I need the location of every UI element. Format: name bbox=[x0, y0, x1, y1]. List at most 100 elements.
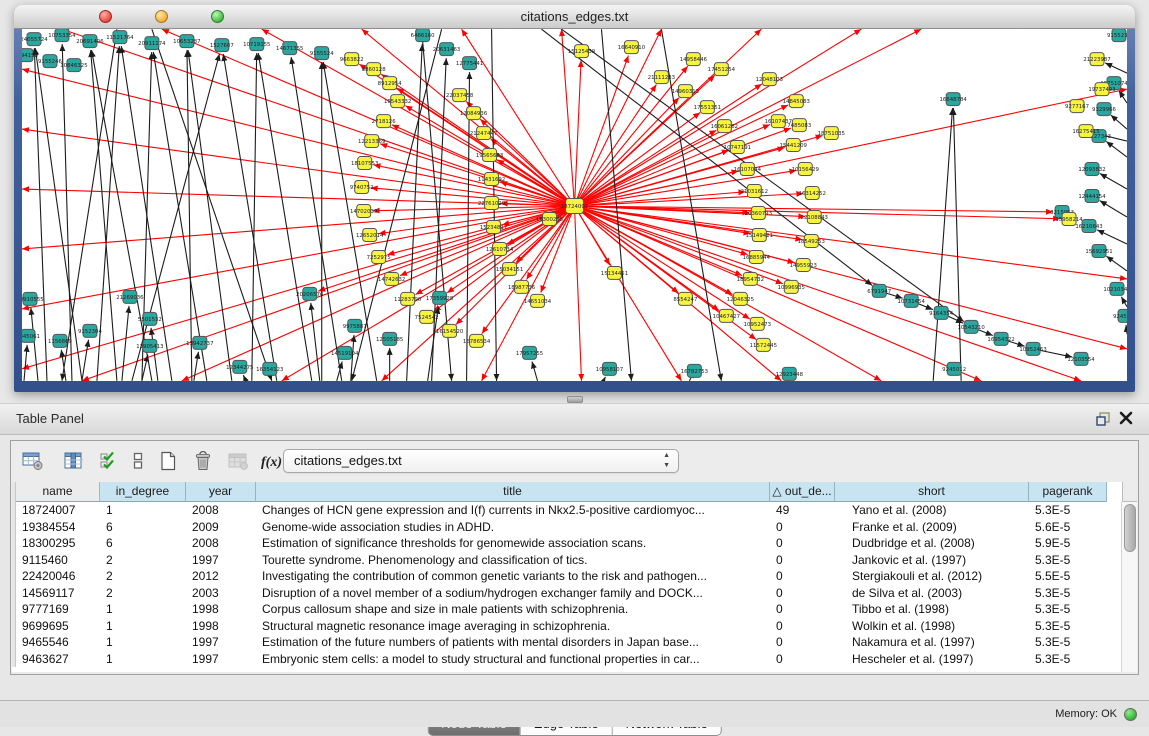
network-window-titlebar[interactable]: citations_edges.txt bbox=[14, 5, 1135, 29]
network-node[interactable]: 21111233 bbox=[648, 71, 675, 84]
minimize-window-button[interactable] bbox=[155, 10, 168, 23]
network-node[interactable]: 15125439 bbox=[568, 45, 596, 58]
network-node[interactable]: 10653287 bbox=[173, 35, 200, 48]
column-header-short[interactable]: short bbox=[835, 482, 1029, 502]
column-header-name[interactable]: name bbox=[16, 482, 100, 502]
network-node[interactable]: 10846325 bbox=[60, 59, 87, 72]
network-node[interactable]: 16640910 bbox=[618, 41, 646, 54]
close-panel-icon[interactable] bbox=[1119, 411, 1137, 427]
network-node[interactable]: 14958446 bbox=[680, 53, 708, 66]
network-node[interactable]: 10467427 bbox=[713, 309, 740, 322]
network-node[interactable]: 24055724 bbox=[22, 33, 48, 46]
network-node[interactable]: 10210345 bbox=[1103, 282, 1127, 295]
network-node[interactable]: 15134451 bbox=[601, 266, 628, 279]
table-row[interactable]: 1456911722003Disruption of a novel membe… bbox=[12, 585, 1137, 602]
network-node[interactable]: 10753354 bbox=[48, 29, 76, 42]
network-node[interactable]: 9155524 bbox=[310, 47, 335, 60]
network-node[interactable]: 9155232 bbox=[1107, 29, 1127, 42]
vertical-scrollbar[interactable] bbox=[1121, 502, 1137, 672]
network-node[interactable]: 16354123 bbox=[256, 362, 283, 375]
table-row[interactable]: 1830029562008Estimation of significance … bbox=[12, 535, 1137, 552]
network-node[interactable]: 9152304 bbox=[78, 324, 103, 337]
table-row[interactable]: 2242004622012Investigating the contribut… bbox=[12, 568, 1137, 585]
create-column-icon[interactable] bbox=[154, 448, 182, 474]
network-node[interactable]: 16154520 bbox=[436, 324, 464, 337]
network-node[interactable]: 10719155 bbox=[243, 38, 270, 51]
network-node[interactable]: 20631463 bbox=[433, 43, 460, 56]
column-header-in_degree[interactable]: in_degree bbox=[100, 482, 186, 502]
network-node[interactable]: 12444154 bbox=[1078, 190, 1106, 203]
network-node[interactable]: 16885944 bbox=[743, 250, 771, 263]
network-node[interactable]: 17451254 bbox=[708, 63, 736, 76]
network-node[interactable]: 16107044 bbox=[734, 163, 762, 176]
table-row[interactable]: 911546021997Tourette syndrome. Phenomeno… bbox=[12, 552, 1137, 569]
network-node[interactable]: 10952473 bbox=[744, 317, 771, 330]
panel-divider-handle[interactable] bbox=[567, 396, 583, 403]
network-node[interactable]: 12213369 bbox=[358, 135, 386, 148]
network-node[interactable]: 12923448 bbox=[776, 367, 804, 380]
memory-ok-indicator-icon[interactable] bbox=[1124, 708, 1137, 721]
close-window-button[interactable] bbox=[99, 10, 112, 23]
zoom-window-button[interactable] bbox=[211, 10, 224, 23]
network-node[interactable]: 17359928 bbox=[426, 291, 454, 304]
network-node[interactable]: 12048103 bbox=[756, 73, 783, 86]
network-node[interactable]: 16543332 bbox=[384, 95, 411, 108]
network-node[interactable]: 10156429 bbox=[792, 163, 820, 176]
network-node[interactable]: 10996935 bbox=[778, 280, 805, 293]
network-node[interactable]: 18751035 bbox=[818, 127, 845, 140]
network-node[interactable]: 10952463 bbox=[1019, 342, 1046, 355]
network-node[interactable]: 20691406 bbox=[76, 35, 104, 48]
network-node[interactable]: 15149421 bbox=[746, 228, 773, 241]
show-columns-icon[interactable] bbox=[59, 448, 87, 474]
network-node[interactable]: 17551351 bbox=[694, 101, 721, 114]
network-node[interactable]: 9740752 bbox=[350, 181, 374, 194]
delete-table-icon[interactable] bbox=[224, 448, 252, 474]
network-node[interactable]: 12046325 bbox=[727, 292, 754, 305]
network-node[interactable]: 9245076 bbox=[1113, 309, 1127, 322]
network-node[interactable]: 9329966 bbox=[1092, 103, 1117, 116]
network-node[interactable]: 16954322 bbox=[987, 332, 1014, 345]
delete-column-icon[interactable] bbox=[189, 448, 217, 474]
network-node[interactable]: 9155246 bbox=[38, 55, 63, 68]
table-row[interactable]: 1938455462009Genome-wide association stu… bbox=[12, 519, 1137, 536]
table-mode-icon[interactable] bbox=[19, 448, 47, 474]
column-header-year[interactable]: year bbox=[186, 482, 256, 502]
table-row[interactable]: 969969511998Structural magnetic resonanc… bbox=[12, 618, 1137, 635]
scrollbar-thumb[interactable] bbox=[1124, 504, 1136, 552]
function-builder-icon[interactable]: f(x) bbox=[257, 448, 285, 474]
network-view-canvas[interactable]: 1872400718300295240557241075335420691406… bbox=[22, 29, 1127, 381]
network-node[interactable]: 14702039 bbox=[350, 205, 378, 218]
network-node[interactable]: 17957255 bbox=[516, 346, 543, 359]
network-node[interactable]: 6466160 bbox=[411, 29, 436, 42]
float-panel-icon[interactable] bbox=[1095, 411, 1113, 427]
network-node[interactable]: 20206576 bbox=[296, 287, 324, 300]
network-node[interactable]: 14960313 bbox=[672, 85, 699, 98]
network-node[interactable]: 10958107 bbox=[596, 362, 623, 375]
column-header-pagerank[interactable]: pagerank bbox=[1029, 482, 1107, 502]
network-node[interactable]: 9663822 bbox=[340, 53, 364, 66]
network-node[interactable]: 12775441 bbox=[456, 57, 483, 70]
network-node[interactable]: 9975887 bbox=[343, 319, 367, 332]
network-node[interactable]: 18107553 bbox=[351, 157, 378, 170]
checkbox-list-icon[interactable] bbox=[124, 448, 152, 474]
table-selector-dropdown[interactable]: citations_edges.txt ▲▼ bbox=[283, 449, 679, 473]
network-node[interactable]: 11521764 bbox=[106, 31, 134, 44]
network-node[interactable]: 13942737 bbox=[186, 336, 213, 349]
network-node[interactable]: 12093832 bbox=[1078, 163, 1105, 176]
network-node[interactable]: 12103554 bbox=[1067, 352, 1095, 365]
network-node[interactable]: 16782753 bbox=[681, 364, 708, 377]
network-node[interactable]: 21269036 bbox=[116, 290, 144, 303]
network-node[interactable]: 20911174 bbox=[138, 37, 166, 50]
network-node[interactable]: 8860128 bbox=[362, 63, 387, 76]
network-node[interactable]: 11283790 bbox=[394, 292, 422, 305]
network-node[interactable]: 16648784 bbox=[939, 93, 967, 106]
network-node[interactable]: 20910555 bbox=[22, 292, 44, 305]
network-node[interactable]: 6791947 bbox=[867, 284, 891, 297]
network-node[interactable]: 12505185 bbox=[376, 332, 403, 345]
table-row[interactable]: 977716911998Corpus callosum shape and si… bbox=[12, 601, 1137, 618]
column-checks-icon[interactable] bbox=[94, 448, 122, 474]
table-row[interactable]: 946554611997Estimation of the future num… bbox=[12, 634, 1137, 651]
network-node[interactable]: 1527607 bbox=[210, 39, 234, 52]
column-header-out_degree[interactable]: △ out_de... bbox=[770, 482, 835, 502]
network-node[interactable]: 14955923 bbox=[790, 258, 817, 271]
